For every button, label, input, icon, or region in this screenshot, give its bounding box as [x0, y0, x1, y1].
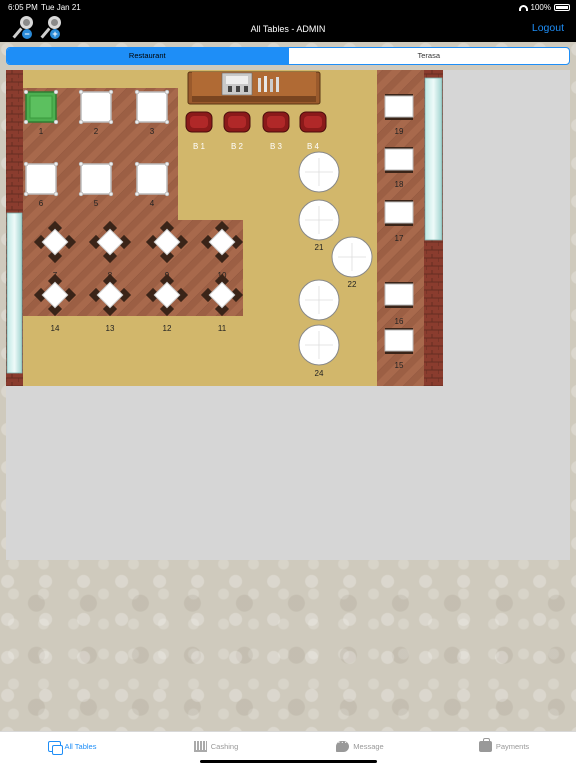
table-label: 15 — [395, 361, 404, 370]
table-label: 21 — [315, 243, 324, 252]
table-label: B 2 — [231, 142, 244, 151]
segment-terasa[interactable]: Terasa — [287, 48, 570, 64]
table-label: 3 — [150, 127, 155, 136]
tab-label: Cashing — [210, 741, 239, 751]
tab-payments[interactable]: Payments — [432, 732, 576, 768]
table-label: 24 — [315, 369, 324, 378]
table-label: 11 — [218, 324, 227, 333]
status-right: 100% — [518, 3, 570, 12]
top-bar: 6:05 PM Tue Jan 21 100% − + All Tables -… — [0, 0, 576, 42]
table-label: 5 — [94, 199, 99, 208]
tab-label: All Tables — [64, 741, 97, 751]
wifi-icon — [518, 4, 528, 11]
status-date: Tue Jan 21 — [41, 3, 81, 12]
message-icon — [336, 737, 350, 752]
logout-button[interactable]: Logout — [532, 22, 564, 34]
tab-label: Message — [353, 741, 384, 751]
table-label: B 4 — [307, 142, 320, 151]
home-indicator — [200, 760, 377, 763]
floor-plan-area: 123654 7891014131211 B 1B 2B 3B 4 202122… — [6, 70, 570, 560]
table-label: 18 — [395, 180, 404, 189]
left-glass-window — [6, 212, 23, 374]
table-label: B 3 — [270, 142, 283, 151]
bar-counter — [187, 71, 321, 105]
table-label: 2 — [94, 127, 99, 136]
area-segmented-control: Restaurant Terasa — [6, 47, 570, 65]
payments-icon — [478, 737, 492, 752]
page-title: All Tables - ADMIN — [250, 24, 326, 34]
battery-icon — [554, 4, 570, 11]
tab-all-tables[interactable]: All Tables — [0, 732, 144, 768]
status-time: 6:05 PM — [8, 3, 38, 12]
tab-label: Payments — [495, 741, 530, 751]
table-label: 17 — [395, 234, 404, 243]
table-label: 22 — [348, 280, 357, 289]
segment-restaurant[interactable]: Restaurant — [7, 48, 288, 64]
table-label: 13 — [106, 324, 115, 333]
table-label: 4 — [150, 199, 155, 208]
table-label: 14 — [51, 324, 60, 333]
tables-icon — [47, 740, 63, 755]
table-label: 6 — [39, 199, 44, 208]
table-label: 19 — [395, 127, 404, 136]
cashing-icon — [193, 740, 207, 752]
table-label: B 1 — [193, 142, 206, 151]
table-label: 12 — [163, 324, 172, 333]
floor-plan-map: 123654 7891014131211 B 1B 2B 3B 4 202122… — [6, 70, 443, 386]
table-label: 16 — [395, 317, 404, 326]
battery-percent: 100% — [530, 3, 551, 12]
table-label: 1 — [39, 127, 44, 136]
right-glass-window — [424, 77, 443, 241]
